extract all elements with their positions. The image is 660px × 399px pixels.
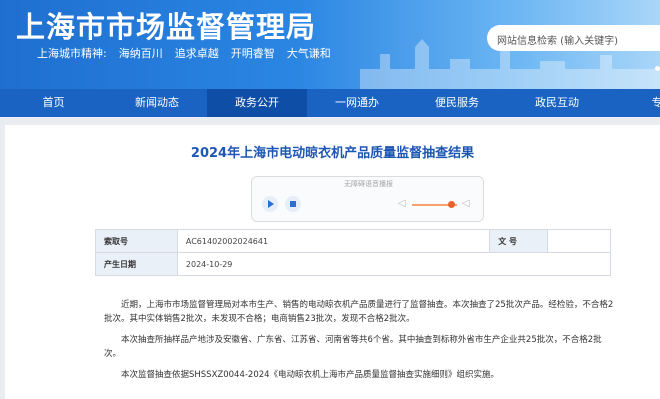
article-body: 近期，上海市市场监督管理局对本市生产、销售的电动晾衣机产品质量进行了监督抽查。本… [104,298,614,389]
audio-player: 无障碍语音播报 ◁ ◁ [251,176,484,222]
city-spirit-item: 追求卓越 [174,47,219,60]
date-value: 2024-10-29 [176,252,612,276]
nav-item-interaction[interactable]: 政民互动 [507,89,607,117]
play-icon[interactable] [262,196,278,212]
body-paragraph: 本次抽查所抽样品产地涉及安徽省、广东省、江苏省、河南省等共6个省。其中抽查到标称… [104,335,602,359]
nav-item-gov-affairs[interactable]: 政务公开 [207,89,307,117]
site-search-input[interactable]: 网站信息检索 (输入关键字) [487,25,660,51]
nav-item-special[interactable]: 专 [607,89,660,117]
site-title[interactable]: 上海市市场监督管理局 [16,4,316,46]
volume-up-icon[interactable]: ◁ [462,198,470,209]
volume-knob[interactable] [448,201,455,208]
city-spirit-item: 大气谦和 [286,47,331,60]
docno-value [547,229,611,253]
nav-item-one-stop[interactable]: 一网通办 [307,89,407,117]
info-table: 索取号 AC61402002024641 文 号 产生日期 2024-10-29 [95,229,612,276]
table-row: 索取号 AC61402002024641 文 号 [95,229,611,253]
article-title: 2024年上海市电动晾衣机产品质量监督抽查结果 [190,146,475,161]
body-paragraph: 近期，上海市市场监督管理局对本市生产、销售的电动晾衣机产品质量进行了监督抽查。本… [104,300,614,324]
city-spirit-item: 海纳百川 [118,47,163,60]
main-nav: 首页 新闻动态 政务公开 一网通办 便民服务 政民互动 专 [0,89,660,117]
nav-item-news[interactable]: 新闻动态 [107,89,207,117]
date-label: 产生日期 [95,252,178,276]
article-card: 2024年上海市电动晾衣机产品质量监督抽查结果 无障碍语音播报 ◁ ◁ 索取号 … [5,125,660,399]
stop-icon[interactable] [285,196,301,212]
player-label: 无障碍语音播报 [344,180,393,188]
nav-item-home[interactable]: 首页 [0,89,107,117]
volume-down-icon[interactable]: ◁ [398,198,406,209]
table-row: 产生日期 2024-10-29 [95,252,612,276]
body-paragraph: 本次监督抽查依据SHSSXZ0044-2024《电动晾衣机上海市产品质量监督抽查… [121,370,500,380]
edge-dot-icon [655,66,660,71]
city-spirit-label: 上海城市精神: [37,47,107,60]
site-header: 上海市市场监督管理局 上海城市精神: 海纳百川 追求卓越 开明睿智 大气谦和 网站信息检… [0,0,660,89]
index-value: AC61402002024641 [176,229,491,253]
docno-label: 文 号 [489,229,549,253]
index-label: 索取号 [95,229,178,253]
city-spirit-item: 开明睿智 [230,47,275,60]
nav-item-services[interactable]: 便民服务 [407,89,507,117]
city-spirit: 上海城市精神: 海纳百川 追求卓越 开明睿智 大气谦和 [37,45,343,61]
